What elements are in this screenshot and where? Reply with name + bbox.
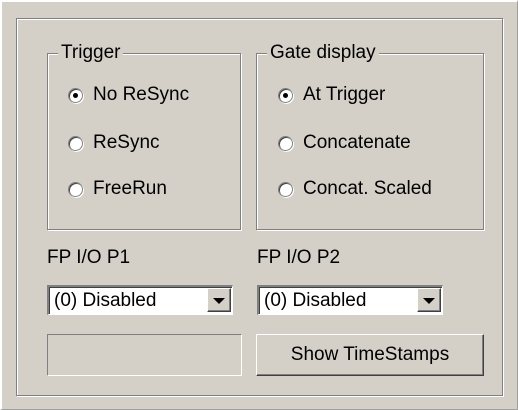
radio-at-trigger[interactable]: At Trigger: [278, 82, 385, 108]
radio-selected-icon: [278, 87, 293, 103]
radio-at-trigger-label: At Trigger: [303, 84, 386, 105]
fp-io-p1-value: (0) Disabled: [54, 290, 157, 311]
chevron-down-icon[interactable]: [417, 288, 441, 312]
radio-concatenate-label: Concatenate: [303, 132, 411, 153]
radio-resync[interactable]: ReSync: [68, 130, 160, 156]
fp-io-p2-select[interactable]: (0) Disabled: [257, 285, 443, 315]
radio-resync-label: ReSync: [93, 132, 160, 153]
chevron-down-icon[interactable]: [207, 288, 231, 312]
radio-no-resync[interactable]: No ReSync: [68, 82, 189, 108]
radio-no-resync-label: No ReSync: [93, 84, 190, 105]
gate-display-group-title: Gate display: [267, 41, 379, 65]
radio-unselected-icon: [278, 135, 293, 151]
radio-unselected-icon: [68, 135, 83, 151]
radio-concat-scaled-label: Concat. Scaled: [303, 178, 432, 199]
fp-io-p2-value: (0) Disabled: [264, 290, 367, 311]
radio-concatenate[interactable]: Concatenate: [278, 130, 411, 156]
radio-concat-scaled[interactable]: Concat. Scaled: [278, 176, 432, 202]
radio-freerun[interactable]: FreeRun: [68, 176, 167, 202]
trigger-group-title: Trigger: [58, 41, 124, 65]
fp-io-p1-label: FP I/O P1: [47, 247, 131, 268]
options-panel: Trigger No ReSync ReSync FreeRun Gate di…: [0, 0, 518, 410]
radio-freerun-label: FreeRun: [93, 178, 167, 199]
fp-io-p1-select[interactable]: (0) Disabled: [47, 285, 233, 315]
show-timestamps-button[interactable]: Show TimeStamps: [256, 334, 484, 376]
radio-selected-icon: [68, 87, 83, 103]
radio-unselected-icon: [68, 181, 83, 197]
radio-unselected-icon: [278, 181, 293, 197]
fp-io-p2-label: FP I/O P2: [257, 247, 341, 268]
empty-status-box: [47, 334, 242, 376]
